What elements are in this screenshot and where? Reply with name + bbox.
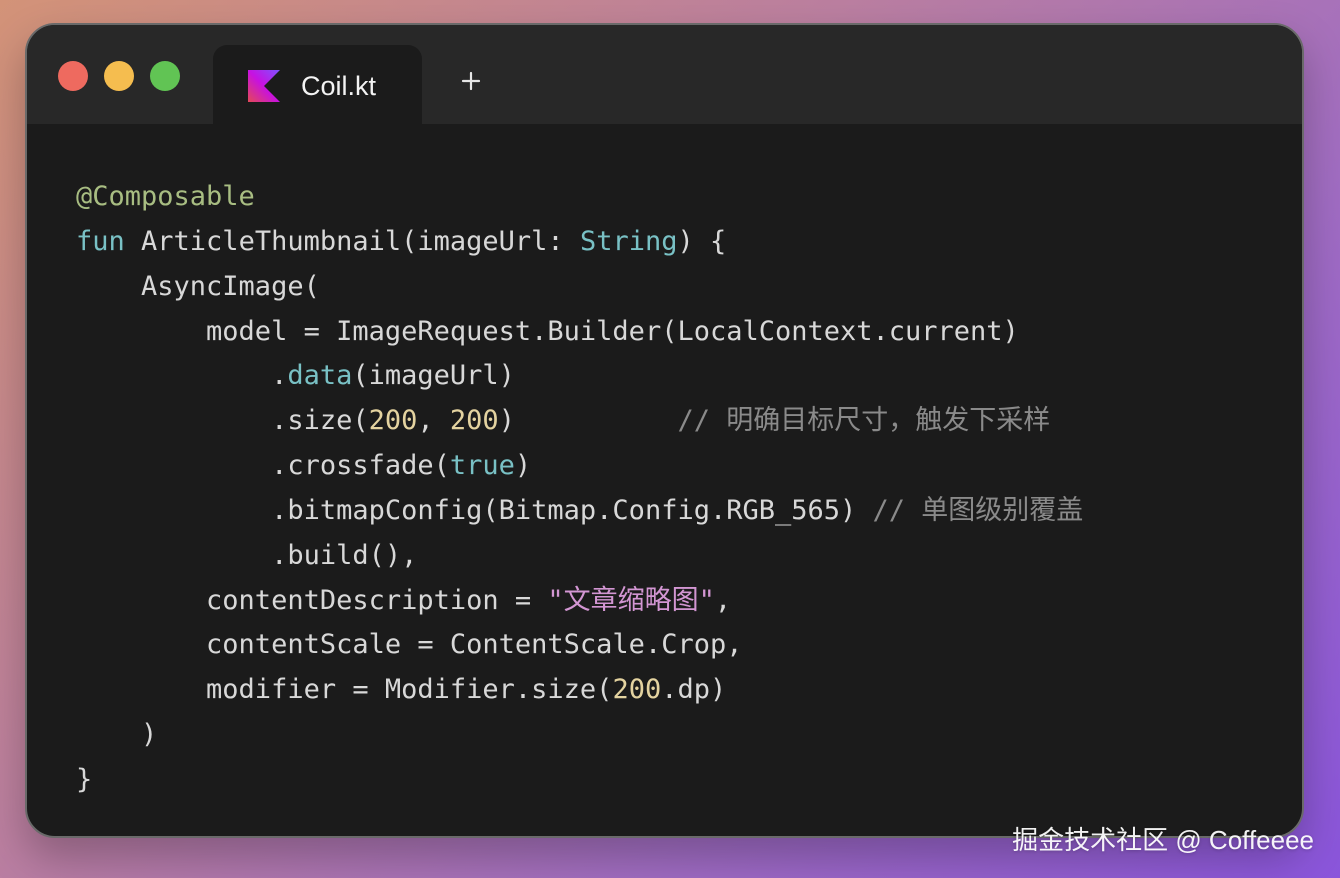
code-token: contentScale = ContentScale.Crop, bbox=[76, 629, 743, 661]
tab-label: Coil.kt bbox=[301, 71, 377, 101]
code-token: data bbox=[287, 360, 353, 392]
code-line: ) bbox=[76, 713, 1083, 758]
tab-coil-kt[interactable]: Coil.kt bbox=[213, 45, 422, 124]
code-token: ) bbox=[498, 405, 678, 437]
watermark: 掘金技术社区 @ Coffeeee bbox=[1012, 825, 1314, 855]
code-line: modifier = Modifier.size(200.dp) bbox=[76, 668, 1083, 713]
code-editor[interactable]: @Composable fun ArticleThumbnail(imageUrl… bbox=[76, 175, 1083, 803]
code-token: model = ImageRequest.Builder(LocalContex… bbox=[76, 315, 1019, 347]
code-token: 200 bbox=[449, 405, 499, 437]
code-token: fun bbox=[76, 225, 142, 257]
code-token: . bbox=[76, 360, 288, 392]
minimize-button[interactable] bbox=[104, 61, 134, 91]
code-line: @Composable bbox=[76, 175, 1083, 220]
code-token: ) bbox=[76, 719, 158, 751]
code-line: .build(), bbox=[76, 534, 1083, 579]
maximize-button[interactable] bbox=[150, 61, 180, 91]
code-token: ) { bbox=[677, 225, 727, 257]
code-line: fun ArticleThumbnail(imageUrl: String) { bbox=[76, 220, 1083, 265]
code-token: @Composable bbox=[76, 181, 255, 212]
code-token: true bbox=[449, 450, 515, 482]
code-token: .size( bbox=[76, 405, 369, 437]
code-token: AsyncImage( bbox=[76, 270, 320, 302]
code-line: .bitmapConfig(Bitmap.Config.RGB_565) // … bbox=[76, 489, 1083, 534]
code-token: (imageUrl) bbox=[352, 360, 515, 392]
code-line: } bbox=[76, 758, 1083, 803]
code-token: modifier = Modifier.size( bbox=[76, 674, 613, 706]
code-token: .bitmapConfig(Bitmap.Config.RGB_565) bbox=[76, 494, 873, 526]
code-token: .build(), bbox=[76, 539, 418, 571]
code-token: String bbox=[579, 225, 678, 257]
code-line: contentScale = ContentScale.Crop, bbox=[76, 623, 1083, 668]
code-line: model = ImageRequest.Builder(LocalContex… bbox=[76, 310, 1083, 355]
code-token: 200 bbox=[368, 405, 418, 437]
code-token: } bbox=[76, 763, 93, 795]
code-token: .dp) bbox=[661, 674, 727, 706]
close-button[interactable] bbox=[58, 61, 88, 91]
code-line: .crossfade(true) bbox=[76, 444, 1083, 489]
title-bar: Coil.kt bbox=[27, 25, 1302, 124]
code-token: , bbox=[417, 405, 450, 437]
code-line: AsyncImage( bbox=[76, 265, 1083, 310]
code-token: .crossfade( bbox=[76, 450, 450, 482]
code-line: .data(imageUrl) bbox=[76, 354, 1083, 399]
code-token: // 单图级别覆盖 bbox=[872, 494, 1084, 526]
code-token: "文章缩略图" bbox=[547, 584, 715, 616]
code-line: contentDescription = "文章缩略图", bbox=[76, 579, 1083, 624]
code-token: contentDescription = bbox=[76, 584, 548, 616]
code-window: Coil.kt @Composable fun ArticleThumbnail(… bbox=[25, 23, 1304, 838]
code-line: .size(200, 200) // 明确目标尺寸，触发下采样 bbox=[76, 399, 1083, 444]
code-token: // 明确目标尺寸，触发下采样 bbox=[677, 405, 1051, 437]
code-token: 200 bbox=[612, 674, 662, 706]
code-token: ArticleThumbnail(imageUrl: bbox=[141, 225, 580, 257]
code-token: ) bbox=[514, 450, 532, 482]
plus-icon[interactable] bbox=[459, 69, 483, 93]
code-token: , bbox=[714, 584, 732, 616]
kotlin-logo-icon bbox=[248, 70, 280, 102]
